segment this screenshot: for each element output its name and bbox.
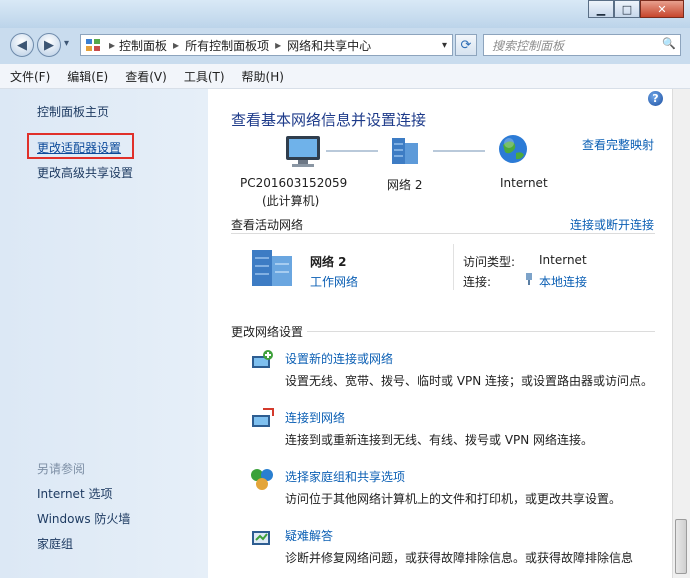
see-also-internet-options[interactable]: Internet 选项: [37, 485, 112, 502]
connect-disconnect-link[interactable]: 连接或断开连接: [570, 216, 654, 233]
sidebar-item-advanced-sharing[interactable]: 更改高级共享设置: [37, 164, 133, 181]
menu-help[interactable]: 帮助(H): [235, 68, 291, 85]
breadcrumb-network-center[interactable]: 网络和共享中心: [287, 37, 371, 54]
computer-icon: [286, 136, 320, 167]
task-homegroup-link[interactable]: 选择家庭组和共享选项: [285, 468, 405, 485]
menu-file[interactable]: 文件(F): [3, 68, 57, 85]
map-pc-subtitle: (此计算机): [262, 194, 320, 208]
new-connection-icon: [252, 350, 273, 368]
refresh-icon: ⟳: [460, 37, 472, 53]
maximize-button[interactable]: □: [614, 0, 640, 18]
control-panel-icon: [86, 39, 100, 51]
page-title: 查看基本网络信息并设置连接: [231, 111, 427, 129]
window-controls: ▁ □ ✕: [588, 0, 684, 20]
map-internet-label: Internet: [500, 176, 548, 190]
task-troubleshoot-link[interactable]: 疑难解答: [285, 527, 333, 544]
refresh-button[interactable]: ⟳: [455, 34, 477, 56]
see-also-heading: 另请参阅: [37, 462, 86, 476]
internet-globe-icon: [499, 135, 527, 163]
full-map-link[interactable]: 查看完整映射: [582, 136, 654, 153]
access-type-value: Internet: [539, 253, 587, 267]
divider: [453, 244, 454, 290]
connection-label: 连接:: [463, 275, 492, 289]
sidebar-home-link[interactable]: 控制面板主页: [37, 103, 109, 120]
map-network-label: 网络 2: [387, 178, 423, 192]
address-bar[interactable]: ▸ 控制面板 ▸ 所有控制面板项 ▸ 网络和共享中心 ▾: [80, 34, 453, 56]
breadcrumb-sep: ▸: [173, 38, 180, 52]
troubleshoot-icon: [252, 531, 270, 545]
forward-arrow-icon: ▶: [44, 37, 54, 53]
menu-view[interactable]: 查看(V): [118, 68, 174, 85]
task-connect-network-link[interactable]: 连接到网络: [285, 409, 345, 426]
breadcrumb-sep: ▸: [275, 38, 282, 52]
forward-button[interactable]: ▶: [37, 33, 61, 57]
search-input[interactable]: [490, 36, 664, 56]
homegroup-icon: [251, 469, 273, 490]
back-arrow-icon: ◀: [17, 37, 27, 53]
task-homegroup-desc: 访问位于其他网络计算机上的文件和打印机，或更改共享设置。: [285, 492, 622, 506]
scrollbar-thumb[interactable]: [675, 519, 687, 574]
connect-network-icon: [252, 408, 274, 427]
task-new-connection-link[interactable]: 设置新的连接或网络: [285, 350, 393, 367]
change-settings-heading: 更改网络设置: [231, 325, 304, 339]
ethernet-plug-icon: [526, 273, 532, 285]
active-networks-heading: 查看活动网络: [231, 218, 304, 232]
address-dropdown-icon[interactable]: ▾: [442, 40, 447, 51]
menu-bar: 文件(F) 编辑(E) 查看(V) 工具(T) 帮助(H): [0, 64, 690, 89]
task-new-connection-desc: 设置无线、宽带、拨号、临时或 VPN 连接；或设置路由器或访问点。: [285, 374, 654, 388]
recent-pages-dropdown[interactable]: ▾: [64, 38, 69, 49]
network-icon: [392, 138, 418, 164]
search-icon[interactable]: 🔍: [662, 37, 676, 50]
breadcrumb-sep: ▸: [109, 38, 116, 52]
menu-tools[interactable]: 工具(T): [177, 68, 232, 85]
sidebar-item-adapter-settings[interactable]: 更改适配器设置: [37, 139, 121, 156]
close-button[interactable]: ✕: [640, 0, 684, 18]
map-link-line: [326, 150, 378, 152]
back-button[interactable]: ◀: [10, 33, 34, 57]
access-type-label: 访问类型:: [463, 255, 516, 269]
minimize-button[interactable]: ▁: [588, 0, 614, 18]
sidebar: 控制面板主页 更改适配器设置 更改高级共享设置 另请参阅 Internet 选项…: [0, 89, 208, 578]
network-type-link[interactable]: 工作网络: [310, 273, 358, 290]
network-building-icon: [252, 250, 292, 286]
breadcrumb-all-items[interactable]: 所有控制面板项: [185, 37, 269, 54]
map-link-line: [433, 150, 485, 152]
task-connect-network-desc: 连接到或重新连接到无线、有线、拨号或 VPN 网络连接。: [285, 433, 594, 447]
breadcrumb-control-panel[interactable]: 控制面板: [119, 37, 167, 54]
divider: [307, 331, 655, 332]
task-troubleshoot-desc: 诊断并修复网络问题，或获得故障排除信息。或获得故障排除信息: [285, 551, 634, 565]
local-connection-link[interactable]: 本地连接: [539, 273, 587, 290]
see-also-windows-firewall[interactable]: Windows 防火墙: [37, 510, 130, 527]
title-bar: [0, 0, 690, 28]
search-box[interactable]: 🔍: [483, 34, 681, 56]
vertical-scrollbar[interactable]: [672, 89, 690, 578]
divider: [231, 233, 655, 234]
see-also-homegroup[interactable]: 家庭组: [37, 535, 73, 552]
map-pc-name: PC201603152059: [240, 176, 348, 190]
active-network-name: 网络 2: [310, 255, 347, 269]
help-icon[interactable]: ?: [648, 91, 663, 106]
menu-edit[interactable]: 编辑(E): [60, 68, 115, 85]
